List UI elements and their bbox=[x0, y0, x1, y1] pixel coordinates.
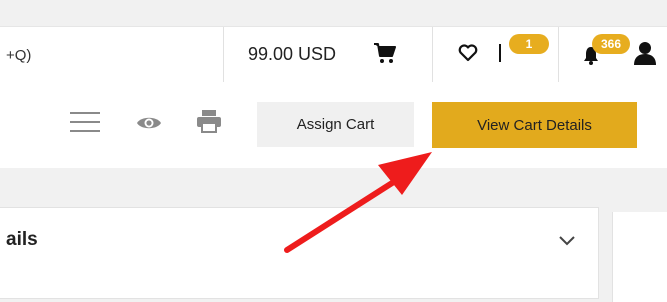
wishlist-count-badge: 1 bbox=[509, 34, 549, 54]
eye-icon[interactable] bbox=[136, 115, 162, 131]
menu-icon[interactable] bbox=[70, 110, 100, 134]
user-icon[interactable] bbox=[632, 41, 658, 65]
header-divider bbox=[432, 27, 433, 82]
cart-total[interactable]: 99.00 USD bbox=[248, 44, 336, 65]
header-divider bbox=[223, 27, 224, 82]
card-title: ails bbox=[6, 229, 38, 250]
header-bar: +Q) 99.00 USD 1 366 bbox=[0, 26, 667, 83]
search-shortcut-hint[interactable]: +Q) bbox=[6, 47, 31, 64]
top-band bbox=[0, 0, 667, 26]
print-icon[interactable] bbox=[196, 109, 222, 133]
side-panel bbox=[612, 212, 667, 302]
view-cart-details-button[interactable]: View Cart Details bbox=[432, 102, 637, 148]
header-divider bbox=[558, 27, 559, 82]
assign-cart-button[interactable]: Assign Cart bbox=[257, 102, 414, 147]
details-card: ails bbox=[0, 207, 599, 299]
cart-toolbar: Assign Cart View Cart Details bbox=[0, 82, 667, 168]
chevron-down-icon[interactable] bbox=[557, 234, 577, 248]
search-icon[interactable] bbox=[156, 47, 174, 65]
heart-icon[interactable] bbox=[458, 44, 478, 62]
cart-icon[interactable] bbox=[372, 41, 398, 65]
notification-count-badge: 366 bbox=[592, 34, 630, 54]
